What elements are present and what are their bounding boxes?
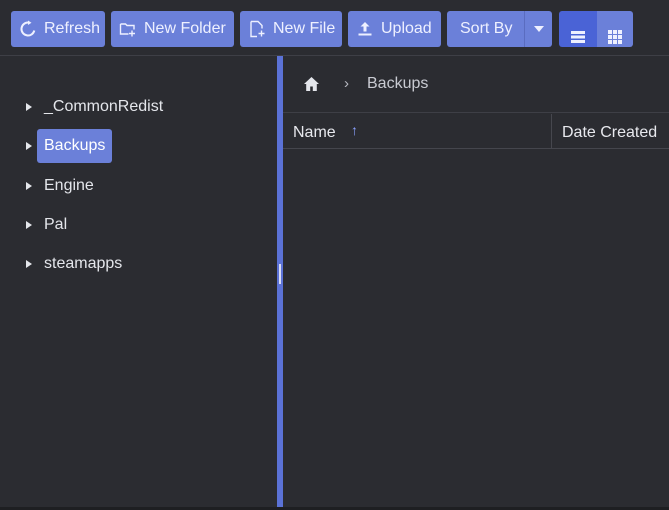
tree-item-pal[interactable]: Pal	[0, 208, 277, 242]
sort-by-button[interactable]: Sort By	[447, 11, 524, 47]
upload-button[interactable]: Upload	[348, 11, 441, 47]
tree-item-commonredist[interactable]: _CommonRedist	[0, 90, 277, 124]
refresh-button[interactable]: Refresh	[11, 11, 105, 47]
sort-dropdown-button[interactable]	[524, 11, 552, 47]
refresh-label: Refresh	[44, 20, 101, 37]
grid-view-icon	[608, 22, 622, 44]
tree-item-engine[interactable]: Engine	[0, 169, 277, 203]
breadcrumb-current: Backups	[367, 75, 429, 92]
breadcrumb: › Backups	[283, 56, 669, 113]
list-view-icon	[571, 22, 585, 43]
chevron-down-icon	[533, 26, 544, 32]
splitter-grip-icon[interactable]	[279, 264, 281, 284]
tree-item-label[interactable]: steamapps	[37, 247, 129, 281]
new-folder-label: New Folder	[144, 20, 226, 37]
new-folder-icon	[119, 20, 137, 38]
folder-tree: _CommonRedist Backups Engine Pal steamap…	[0, 56, 277, 507]
tree-item-label[interactable]: _CommonRedist	[37, 90, 170, 124]
sort-ascending-icon: ↑	[351, 122, 358, 138]
column-header-date-created[interactable]: Date Created	[562, 114, 657, 149]
column-resize-handle[interactable]	[551, 114, 552, 149]
tree-item-label[interactable]: Pal	[37, 208, 74, 242]
expand-arrow-icon[interactable]	[26, 142, 32, 150]
refresh-icon	[19, 20, 37, 38]
chevron-right-icon: ›	[344, 75, 349, 92]
tree-item-steamapps[interactable]: steamapps	[0, 247, 277, 281]
new-file-icon	[248, 20, 266, 38]
column-header-name[interactable]: Name	[293, 114, 336, 149]
sort-by-label: Sort By	[460, 20, 513, 37]
upload-label: Upload	[381, 20, 432, 37]
toolbar: Refresh New Folder New File Upload Sort …	[0, 0, 669, 56]
tree-item-label[interactable]: Backups	[37, 129, 113, 163]
expand-arrow-icon[interactable]	[26, 182, 32, 190]
new-file-label: New File	[273, 20, 336, 37]
expand-arrow-icon[interactable]	[26, 260, 32, 268]
tree-item-backups[interactable]: Backups	[0, 129, 277, 163]
list-view-button[interactable]	[559, 11, 597, 47]
tree-item-label[interactable]: Engine	[37, 169, 101, 203]
home-icon[interactable]	[303, 76, 320, 92]
expand-arrow-icon[interactable]	[26, 221, 32, 229]
file-manager-window: Refresh New Folder New File Upload Sort …	[0, 0, 669, 507]
file-list-pane: › Backups Name ↑ Date Created	[283, 56, 669, 507]
upload-icon	[356, 20, 374, 38]
new-file-button[interactable]: New File	[240, 11, 342, 47]
new-folder-button[interactable]: New Folder	[111, 11, 234, 47]
grid-view-button[interactable]	[597, 11, 633, 47]
table-header: Name ↑ Date Created	[283, 114, 669, 149]
expand-arrow-icon[interactable]	[26, 103, 32, 111]
